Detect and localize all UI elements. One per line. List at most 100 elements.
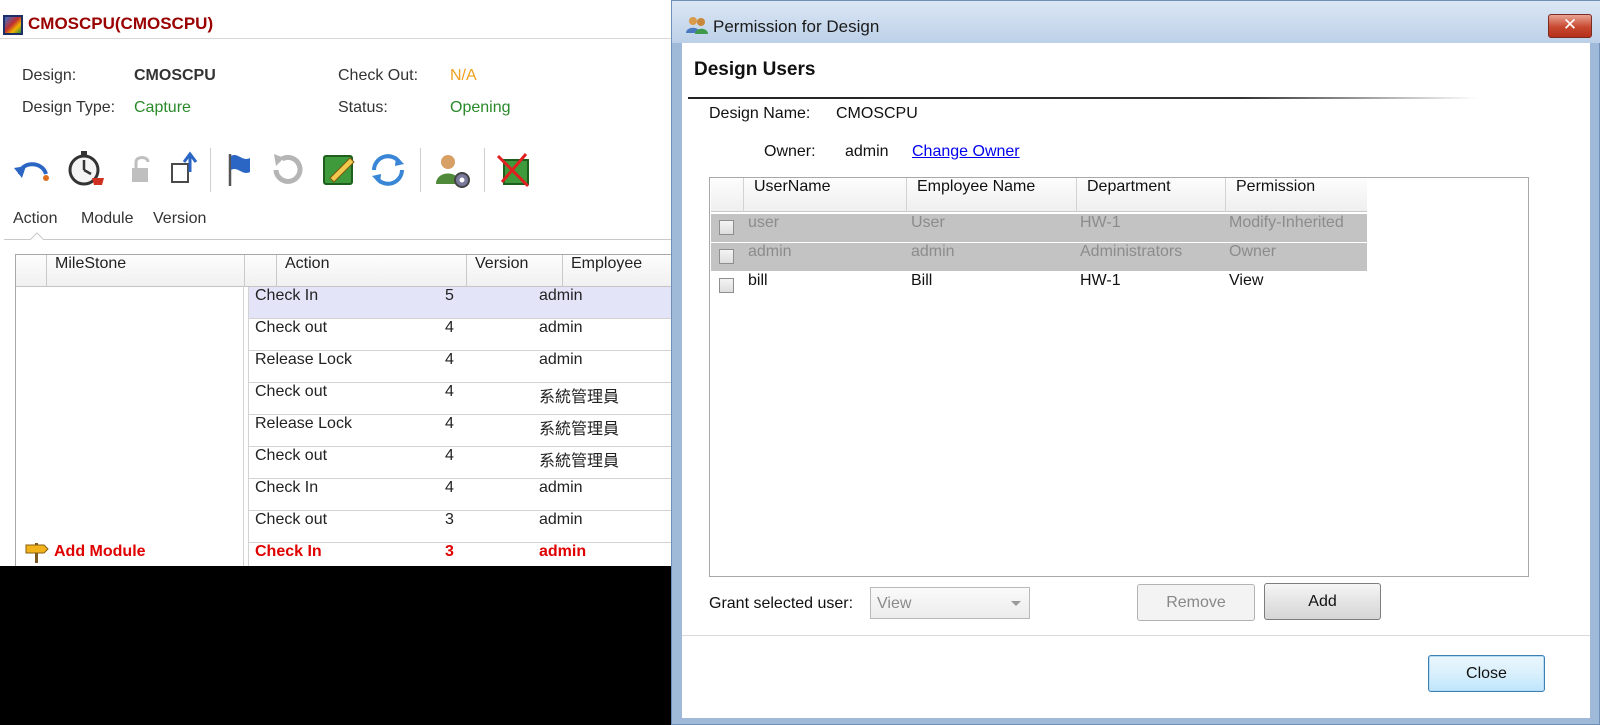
permission-cell: View bbox=[1229, 272, 1264, 289]
column-spacer bbox=[244, 255, 276, 287]
employee-cell: admin bbox=[539, 479, 583, 496]
upload-icon[interactable] bbox=[166, 150, 206, 190]
dialog-close-button[interactable]: ✕ bbox=[1548, 14, 1592, 38]
timer-cart-icon[interactable] bbox=[66, 150, 106, 190]
design-name-label: Design Name: bbox=[709, 105, 811, 122]
history-grid-header: MileStone Action Version Employee bbox=[16, 255, 672, 287]
department-cell: Administrators bbox=[1080, 243, 1183, 260]
user-row-checkbox[interactable] bbox=[719, 220, 734, 235]
design-type-value: Capture bbox=[134, 99, 191, 116]
table-row[interactable]: Check In 3 admin bbox=[248, 543, 672, 566]
employee-cell: 系統管理員 bbox=[539, 421, 620, 438]
action-cell: Check In bbox=[255, 287, 319, 304]
user-row[interactable]: admin admin Administrators Owner bbox=[711, 243, 1367, 271]
permission-cell: Owner bbox=[1229, 243, 1277, 260]
table-row[interactable]: Check out 4 系統管理員 bbox=[248, 383, 672, 415]
undo-icon[interactable] bbox=[12, 150, 52, 190]
close-button[interactable]: Close bbox=[1428, 655, 1545, 692]
version-cell: 3 bbox=[445, 543, 454, 560]
dialog-heading: Design Users bbox=[694, 59, 816, 80]
employee-cell: admin bbox=[539, 319, 583, 336]
tab-module[interactable]: Module bbox=[81, 210, 133, 228]
column-version[interactable]: Version bbox=[466, 255, 562, 287]
sync-icon[interactable] bbox=[368, 150, 408, 190]
dialog-body: Design Users Design Name: CMOSCPU Owner:… bbox=[682, 43, 1590, 718]
remove-button[interactable]: Remove bbox=[1137, 584, 1255, 621]
version-cell: 3 bbox=[445, 511, 454, 528]
grant-permission-value: View bbox=[877, 595, 912, 612]
status-label: Status: bbox=[338, 99, 388, 116]
table-row[interactable]: Check out 4 admin bbox=[248, 319, 672, 351]
owner-label: Owner: bbox=[764, 143, 816, 160]
action-cell: Release Lock bbox=[255, 415, 352, 432]
user-row[interactable]: user User HW-1 Modify-Inherited bbox=[711, 214, 1367, 242]
add-button[interactable]: Add bbox=[1264, 583, 1381, 620]
column-employee-name[interactable]: Employee Name bbox=[906, 178, 1076, 212]
table-row[interactable]: Release Lock 4 系統管理員 bbox=[248, 415, 672, 447]
chevron-down-icon bbox=[1011, 601, 1021, 606]
checkout-label: Check Out: bbox=[338, 67, 419, 84]
refresh-gray-icon[interactable] bbox=[268, 150, 308, 190]
column-permission[interactable]: Permission bbox=[1225, 178, 1367, 212]
action-cell: Check out bbox=[255, 447, 328, 464]
owner-value: admin bbox=[845, 143, 889, 160]
version-cell: 4 bbox=[445, 383, 454, 400]
user-row-checkbox[interactable] bbox=[719, 278, 734, 293]
grant-selected-user-label: Grant selected user: bbox=[709, 595, 854, 612]
design-window: CMOSCPU(CMOSCPU) Design: CMOSCPU Design … bbox=[0, 0, 672, 566]
column-milestone[interactable]: MileStone bbox=[46, 255, 244, 287]
table-row[interactable]: Check out 4 系統管理員 bbox=[248, 447, 672, 479]
toolbar-separator bbox=[210, 148, 211, 192]
design-window-titlebar: CMOSCPU(CMOSCPU) bbox=[0, 0, 672, 48]
column-action[interactable]: Action bbox=[276, 255, 466, 287]
milestone-sign-icon bbox=[25, 543, 49, 563]
design-type-label: Design Type: bbox=[22, 99, 116, 116]
app-logo-icon bbox=[3, 15, 23, 35]
table-row[interactable]: Release Lock 4 admin bbox=[248, 351, 672, 383]
toolbar-separator bbox=[420, 148, 421, 192]
username-cell: admin bbox=[748, 243, 792, 260]
status-value: Opening bbox=[450, 99, 511, 116]
table-row[interactable]: Check out 3 admin bbox=[248, 511, 672, 543]
user-settings-icon[interactable] bbox=[432, 150, 472, 190]
tab-version[interactable]: Version bbox=[153, 210, 206, 228]
table-row[interactable]: Check In 5 admin bbox=[248, 287, 672, 319]
flag-icon[interactable] bbox=[220, 150, 260, 190]
users-table: UserName Employee Name Department Permis… bbox=[709, 177, 1529, 577]
change-owner-link[interactable]: Change Owner bbox=[912, 143, 1020, 161]
heading-divider bbox=[688, 97, 1478, 99]
employee-cell: 系統管理員 bbox=[539, 389, 620, 406]
tab-action[interactable]: Action bbox=[13, 210, 57, 228]
design-value: CMOSCPU bbox=[134, 67, 216, 84]
user-row-checkbox[interactable] bbox=[719, 249, 734, 264]
user-row[interactable]: bill Bill HW-1 View bbox=[711, 272, 1367, 300]
employee-cell: 系統管理員 bbox=[539, 453, 620, 470]
action-cell: Check out bbox=[255, 383, 328, 400]
column-employee[interactable]: Employee bbox=[562, 255, 672, 287]
permission-dialog: Permission for Design ✕ Design Users Des… bbox=[671, 0, 1600, 725]
close-icon: ✕ bbox=[1562, 15, 1578, 35]
employee-cell: admin bbox=[539, 511, 583, 528]
version-cell: 4 bbox=[445, 415, 454, 432]
employee-name-cell: User bbox=[911, 214, 945, 231]
edit-design-icon[interactable] bbox=[320, 150, 360, 190]
users-table-header: UserName Employee Name Department Permis… bbox=[711, 178, 1367, 212]
column-department[interactable]: Department bbox=[1076, 178, 1225, 212]
department-cell: HW-1 bbox=[1080, 214, 1121, 231]
version-cell: 4 bbox=[445, 447, 454, 464]
action-cell: Check In bbox=[255, 543, 322, 560]
version-cell: 4 bbox=[445, 319, 454, 336]
titlebar-divider bbox=[0, 38, 672, 39]
delete-design-icon[interactable] bbox=[494, 150, 534, 190]
tab-selected-caret-icon bbox=[30, 232, 44, 240]
table-row[interactable]: Check In 4 admin bbox=[248, 479, 672, 511]
column-username[interactable]: UserName bbox=[743, 178, 906, 212]
design-window-title: CMOSCPU(CMOSCPU) bbox=[28, 14, 214, 33]
grant-permission-select[interactable]: View bbox=[870, 587, 1030, 619]
milestone-divider bbox=[243, 287, 244, 566]
username-cell: bill bbox=[748, 272, 768, 289]
employee-cell: admin bbox=[539, 543, 587, 560]
lock-icon[interactable] bbox=[124, 150, 164, 190]
dialog-titlebar: Permission for Design ✕ bbox=[672, 1, 1600, 43]
employee-cell: admin bbox=[539, 351, 583, 368]
